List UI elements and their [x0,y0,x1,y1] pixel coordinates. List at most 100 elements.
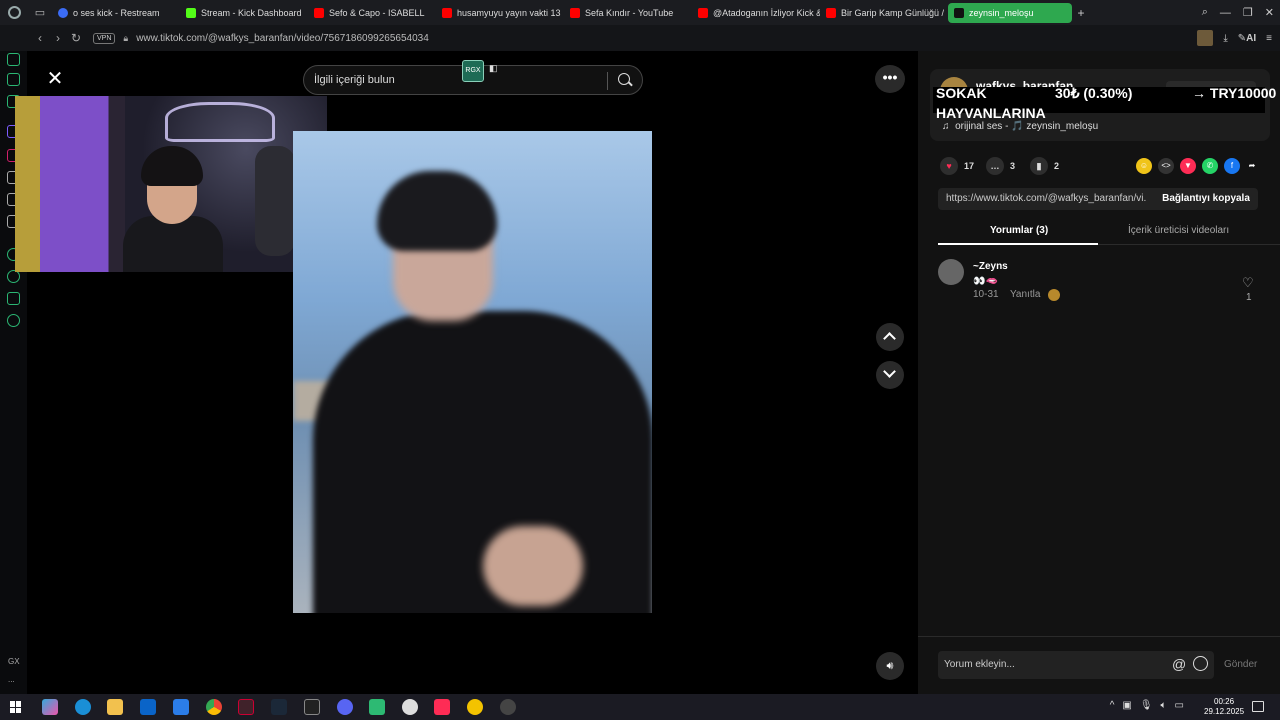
menu-icon[interactable]: ≡ [1266,33,1272,44]
url-field[interactable]: www.tiktok.com/@wafkys_baranfan/video/75… [136,33,429,44]
reply-button[interactable]: Yanıtla [1010,289,1040,300]
edge-icon[interactable] [75,699,91,715]
tab-sefo-capo[interactable]: Sefo & Capo - ISABELL [308,3,436,23]
ai-button[interactable]: ✎AI [1238,33,1256,44]
emoji-icon[interactable] [1193,656,1208,671]
next-video-button[interactable] [876,361,904,389]
vpn-badge[interactable]: VPN [93,32,116,44]
previous-video-button[interactable] [876,323,904,351]
close-window-icon[interactable]: ✕ [1265,6,1274,19]
like-button[interactable]: ♥ 17 [940,157,974,175]
comment-count: 3 [1010,161,1016,171]
send-share-icon[interactable]: ▼ [1180,158,1196,174]
commenter-avatar[interactable] [938,259,964,285]
app-icon[interactable] [369,699,385,715]
volume-icon[interactable]: 🔊︎ [876,652,904,680]
commenter-name[interactable]: ~Zeyns [973,261,1008,272]
tiktok-taskbar-icon[interactable] [434,699,450,715]
opera-gx-icon[interactable] [238,699,254,715]
outlook-icon[interactable] [140,699,156,715]
window-controls: ⌕ — ❐ ✕ [1202,0,1274,25]
embed-code-icon[interactable]: <> [1158,158,1174,174]
related-search-input[interactable]: İlgili içeriği bulun RGX ◧ [303,60,643,95]
more-options-button[interactable]: ••• [875,65,905,93]
sidebar-settings-icon[interactable] [7,314,20,327]
music-label: orijinal ses - 🎵 zeynsin_meloşu [955,121,1099,132]
tray-app-icon[interactable]: ▣ [1122,700,1131,711]
epic-games-icon[interactable] [304,699,320,715]
back-icon[interactable]: ‹ [31,31,49,45]
comment-like-icon[interactable]: ♡ [1242,275,1254,291]
comment-input[interactable]: Yorum ekleyin... @ [938,651,1214,679]
streamer-image [123,146,223,272]
tab-sefa-kindir[interactable]: Sefa Kındır - YouTube [564,3,692,23]
close-icon[interactable]: ✕ [45,69,65,89]
clock-date: 29.12.2025 [1204,707,1245,716]
restore-icon[interactable]: ❐ [1243,6,1253,19]
tab-comments[interactable]: Yorumlar (3) [990,225,1048,236]
chrome-icon[interactable] [206,699,222,715]
whatsapp-icon[interactable]: ✆ [1202,158,1218,174]
tab-husamyuyu[interactable]: husamyuyu yayın vakti 13 [436,3,564,23]
save-button[interactable]: ▮ 2 [1030,157,1059,175]
picture-in-picture-icon[interactable]: ◧ [489,63,498,74]
system-tray: ^ ▣ 🎙︎ 🔈︎ ▭ [1110,700,1184,711]
download-icon[interactable]: ⤓ [1223,33,1227,44]
reload-icon[interactable]: ↻ [67,31,85,45]
app2-icon[interactable] [467,699,483,715]
network-icon[interactable]: ▭ [1175,700,1184,711]
sidebar-gx-label[interactable]: GX [8,657,20,666]
windows-start-icon[interactable] [10,701,22,713]
tab-creator-videos[interactable]: İçerik üreticisi videoları [1128,225,1229,236]
clock[interactable]: 00:26 29.12.2025 [1204,697,1244,717]
video-link-text[interactable]: https://www.tiktok.com/@wafkys_baranfan/… [946,193,1146,204]
minimize-icon[interactable]: — [1220,7,1231,19]
sidebar-limiter-icon[interactable] [7,73,20,86]
tab-kamp-gunlugu[interactable]: Bir Garip Kamp Günlüğü / [820,3,948,23]
extension-thumbnail-icon[interactable] [1197,30,1214,46]
tab-restream[interactable]: o ses kick - Restream [52,3,180,23]
sidebar-shop-icon[interactable] [7,53,20,66]
address-bar: ‹ › ↻ VPN 🔒︎ www.tiktok.com/@wafkys_bara… [0,25,1280,51]
music-info[interactable]: ♫ orijinal ses - 🎵 zeynsin_meloşu [942,121,1098,132]
app3-icon[interactable] [500,699,516,715]
sidebar-more-icon[interactable]: ... [8,675,15,684]
microphone-icon[interactable]: 🎙︎ [1140,700,1153,711]
comment-placeholder: Yorum ekleyin... [944,659,1015,670]
forward-icon[interactable]: › [49,31,67,45]
opera-logo-icon[interactable] [0,0,28,25]
discord-icon[interactable] [337,699,353,715]
facebook-icon[interactable]: f [1224,158,1240,174]
lock-icon[interactable]: 🔒︎ [123,33,128,44]
tab-menu-icon[interactable]: ▭ [28,0,52,25]
store-icon[interactable] [173,699,189,715]
comment-button[interactable]: … 3 [986,157,1015,175]
send-button[interactable]: Gönder [1224,659,1257,670]
comment-like-count: 1 [1246,292,1252,303]
like-count: 17 [964,161,975,171]
new-tab-button[interactable]: + [1072,6,1090,20]
mention-icon[interactable]: @ [1172,656,1186,672]
tray-chevron-icon[interactable]: ^ [1110,700,1115,711]
tab-kick-dashboard[interactable]: Stream - Kick Dashboard [180,3,308,23]
tab-atadogan[interactable]: @Atadoganın İzliyor Kick & [692,3,820,23]
file-explorer-icon[interactable] [107,699,123,715]
restream-icon [58,7,68,18]
sidebar-extensions-icon[interactable] [7,292,20,305]
share-arrow-icon[interactable]: ➦ [1244,158,1260,174]
steam-icon[interactable] [271,699,287,715]
search-icon[interactable] [618,73,630,85]
friends-share-icon[interactable]: ☺ [1136,158,1152,174]
search-divider [607,72,608,90]
obs-icon[interactable] [402,699,418,715]
rgx-extension-icon[interactable]: RGX [462,60,484,82]
copy-link-button[interactable]: Bağlantıyı kopyala [1154,188,1258,210]
copilot-icon[interactable] [42,699,58,715]
search-tabs-icon[interactable]: ⌕ [1202,6,1208,19]
tab-tiktok-active[interactable]: zeynsin_meloşu [948,2,1072,23]
video-player[interactable] [293,131,652,613]
overlay-goal-title: SOKAK [936,85,987,101]
youtube-icon [826,7,836,18]
notification-icon[interactable] [1252,701,1264,712]
speaker-icon[interactable]: 🔈︎ [1161,700,1167,711]
